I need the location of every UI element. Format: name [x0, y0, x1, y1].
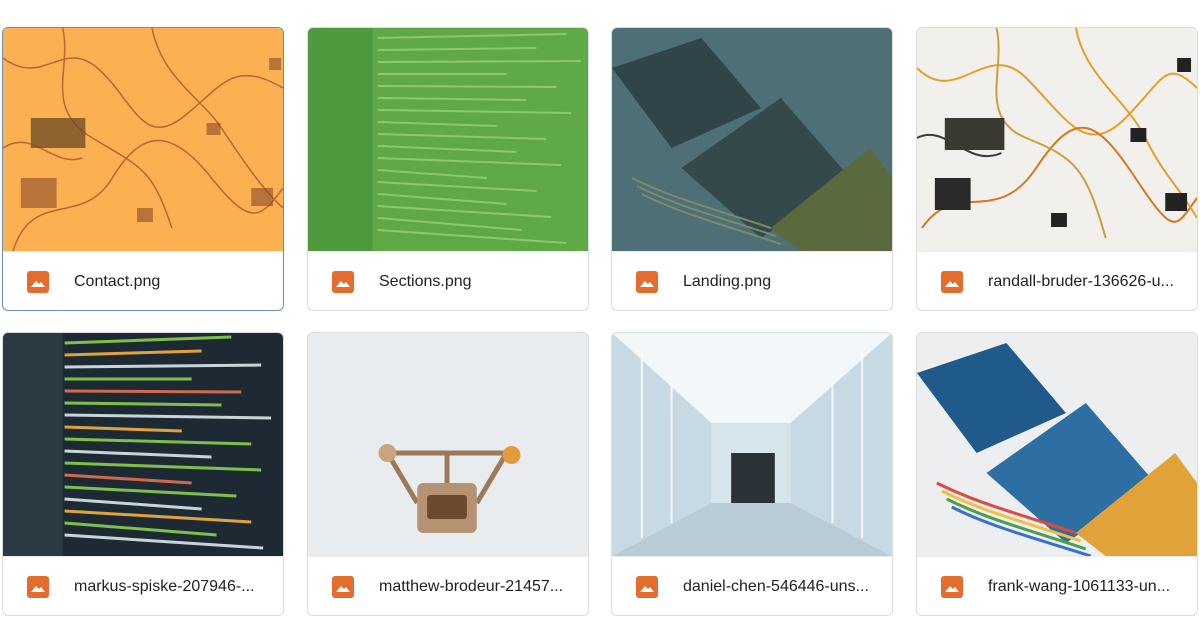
file-name: matthew-brodeur-21457...	[379, 578, 564, 595]
thumbnail-randall-bruder	[917, 28, 1197, 251]
file-card-randall-bruder[interactable]: randall-bruder-136626-u...	[916, 27, 1198, 311]
file-name: Contact.png	[74, 273, 161, 290]
file-card-matthew-brodeur[interactable]: matthew-brodeur-21457...	[307, 332, 589, 616]
thumbnail-landing	[612, 28, 892, 251]
file-card-landing[interactable]: Landing.png	[611, 27, 893, 311]
thumbnail-sections	[308, 28, 588, 251]
file-card-contact[interactable]: Contact.png	[2, 27, 284, 311]
thumbnail-frank-wang	[917, 333, 1197, 556]
image-file-icon	[332, 576, 354, 598]
image-file-icon	[332, 271, 354, 293]
image-file-icon	[636, 271, 658, 293]
file-name: daniel-chen-546446-uns...	[683, 578, 869, 595]
file-card-sections[interactable]: Sections.png	[307, 27, 589, 311]
image-file-icon	[636, 576, 658, 598]
image-file-icon	[941, 576, 963, 598]
file-card-frank-wang[interactable]: frank-wang-1061133-un...	[916, 332, 1198, 616]
file-name: Landing.png	[683, 273, 772, 290]
thumbnail-matthew-brodeur	[308, 333, 588, 556]
image-file-icon	[27, 271, 49, 293]
image-file-icon	[27, 576, 49, 598]
thumbnail-daniel-chen	[612, 333, 892, 556]
file-name: frank-wang-1061133-un...	[988, 578, 1171, 595]
file-card-daniel-chen[interactable]: daniel-chen-546446-uns...	[611, 332, 893, 616]
file-grid: Contact.png Sections.png Landing.png ran…	[0, 0, 1200, 641]
thumbnail-markus-spiske	[3, 333, 283, 556]
file-name: Sections.png	[379, 273, 472, 290]
thumbnail-contact	[3, 28, 283, 251]
file-name: markus-spiske-207946-...	[74, 578, 255, 595]
file-card-markus-spiske[interactable]: markus-spiske-207946-...	[2, 332, 284, 616]
file-name: randall-bruder-136626-u...	[988, 273, 1174, 290]
image-file-icon	[941, 271, 963, 293]
